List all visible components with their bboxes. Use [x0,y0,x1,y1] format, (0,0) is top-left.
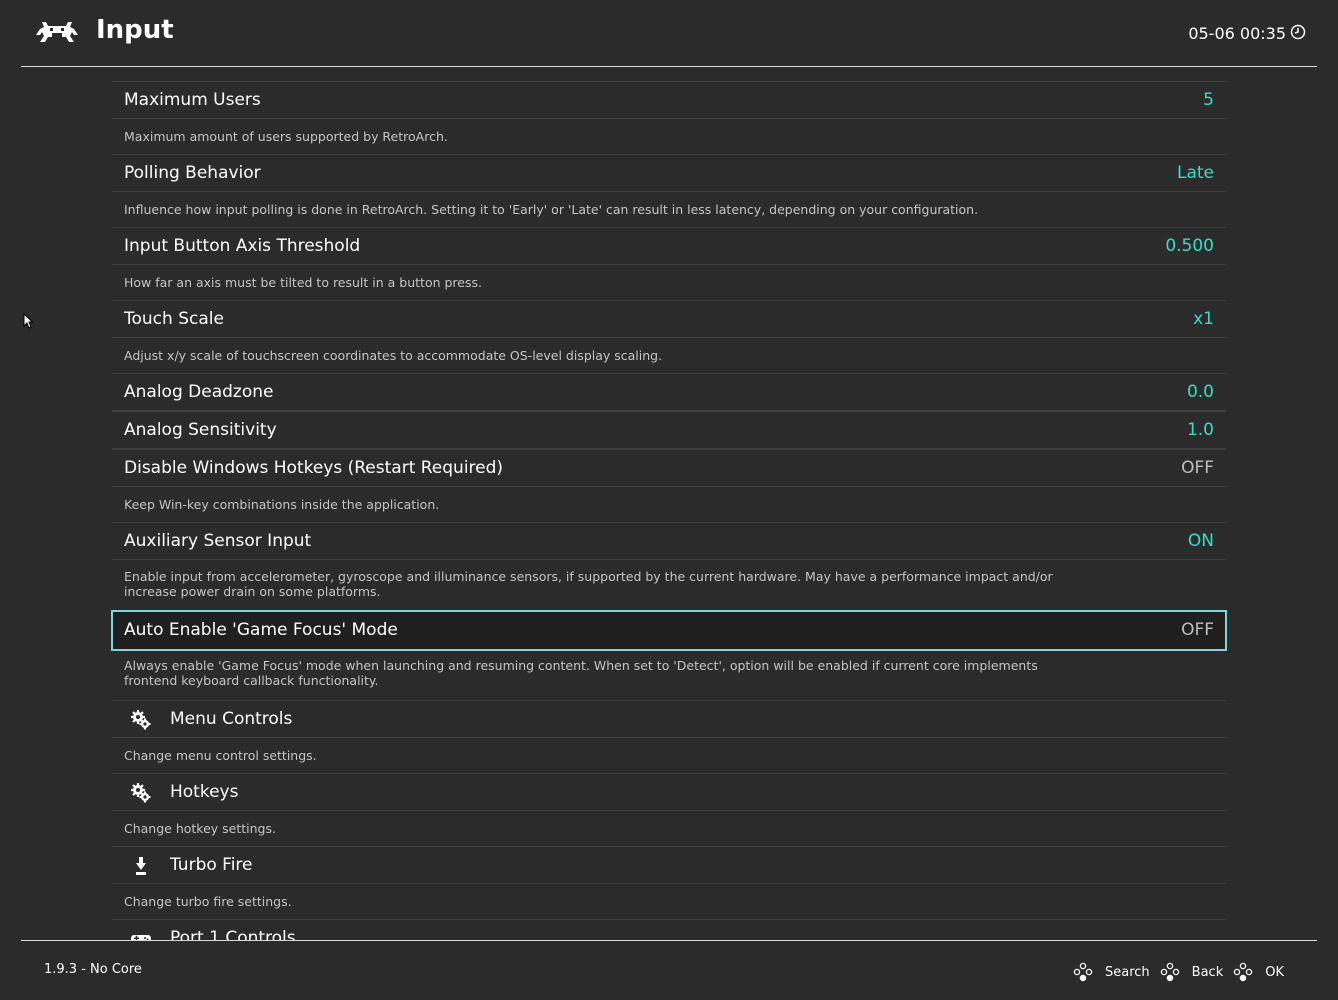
settings-list[interactable]: Maximum Users 5 Maximum amount of users su… [0,67,1338,940]
setting-description: Influence how input polling is done in R… [124,202,979,217]
setting-description: Enable input from accelerometer, gyrosco… [124,569,1053,599]
setting-value[interactable]: 0.0 [1187,382,1214,402]
setting-label: Disable Windows Hotkeys (Restart Require… [124,458,504,478]
setting-value[interactable]: 1.0 [1187,420,1214,440]
setting-label: Touch Scale [124,309,224,329]
gamepad-buttons-icon [1073,962,1105,982]
setting-description: Keep Win-key combinations inside the app… [124,497,440,512]
setting-value[interactable]: 5 [1203,90,1214,110]
footer-search-button[interactable]: Search [1073,962,1150,982]
setting-row[interactable]: Disable Windows Hotkeys (Restart Require… [112,449,1226,487]
setting-label: Auto Enable 'Game Focus' Mode [124,620,398,640]
header: Input 05-06 00:35 [0,0,1338,67]
setting-value[interactable]: 0.500 [1165,236,1214,256]
setting-label: Menu Controls [170,709,293,729]
setting-label: Auxiliary Sensor Input [124,531,312,551]
gamepad-buttons-icon [1233,962,1265,982]
setting-row[interactable]: Analog Sensitivity 1.0 [112,411,1226,449]
setting-description: Change turbo fire settings. [124,894,292,909]
setting-description: Adjust x/y scale of touchscreen coordina… [124,348,663,363]
setting-value[interactable]: OFF [1181,458,1214,478]
setting-row[interactable]: Maximum Users 5 [112,81,1226,119]
setting-description: Maximum amount of users supported by Ret… [124,129,448,144]
setting-row[interactable]: Hotkeys [112,773,1226,811]
setting-row[interactable]: Auto Enable 'Game Focus' Mode OFF [111,610,1227,651]
setting-value[interactable]: ON [1188,531,1214,551]
setting-label: Maximum Users [124,90,261,110]
setting-description: Change hotkey settings. [124,821,276,836]
setting-row[interactable]: Touch Scale x1 [112,300,1226,338]
footer-ok-button[interactable]: OK [1233,962,1284,982]
setting-label: Hotkeys [170,782,239,802]
gamepad-icon [130,928,152,940]
footer-buttons: Search Back OK [1063,962,1284,982]
retroarch-logo-icon [36,22,78,42]
setting-row[interactable]: Menu Controls [112,700,1226,738]
footer-button-label: Search [1105,964,1150,980]
setting-description: Change menu control settings. [124,748,317,763]
footer-button-label: Back [1191,964,1224,980]
footer-button-label: OK [1265,964,1284,980]
setting-row[interactable]: Input Button Axis Threshold 0.500 [112,227,1226,265]
setting-row[interactable]: Port 1 Controls [112,919,1226,940]
page-title: Input [96,15,174,45]
setting-value[interactable]: OFF [1181,620,1214,640]
gears-icon [130,709,152,731]
setting-description: How far an axis must be tilted to result… [124,275,482,290]
clock-icon [1290,24,1306,40]
turbo-icon [130,855,152,877]
setting-value[interactable]: x1 [1193,309,1214,329]
setting-label: Analog Sensitivity [124,420,277,440]
clock: 05-06 00:35 [1188,24,1286,43]
footer-divider [21,940,1317,941]
version-label: 1.9.3 - No Core [44,962,142,977]
setting-description: Always enable 'Game Focus' mode when lau… [124,658,1038,688]
setting-value[interactable]: Late [1177,163,1214,183]
setting-label: Analog Deadzone [124,382,274,402]
setting-row[interactable]: Turbo Fire [112,846,1226,884]
mouse-cursor-icon [23,313,33,329]
footer-back-button[interactable]: Back [1160,962,1224,982]
setting-label: Port 1 Controls [170,928,296,940]
setting-row[interactable]: Polling Behavior Late [112,154,1226,192]
setting-row[interactable]: Analog Deadzone 0.0 [112,373,1226,411]
setting-row[interactable]: Auxiliary Sensor Input ON [112,522,1226,560]
gamepad-buttons-icon [1160,962,1192,982]
setting-label: Input Button Axis Threshold [124,236,361,256]
setting-label: Polling Behavior [124,163,261,183]
setting-label: Turbo Fire [170,855,253,875]
gears-icon [130,782,152,804]
